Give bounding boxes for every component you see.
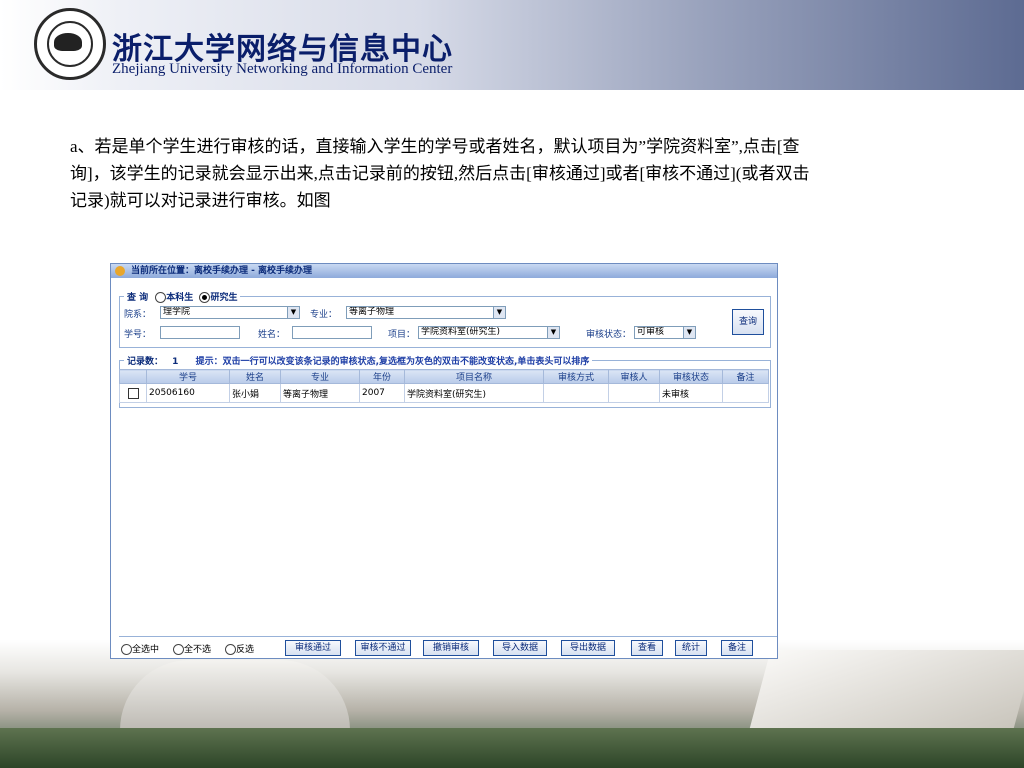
query-panel: 查 询 本科生 研究生 院系： 理学院 ▼ 专业： 等离子物理 ▼ 学号： 姓名… bbox=[119, 290, 771, 348]
reject-button[interactable]: 审核不通过 bbox=[355, 640, 411, 656]
cell-status: 未审核 bbox=[659, 383, 723, 403]
chevron-down-icon[interactable]: ▼ bbox=[683, 327, 695, 338]
name-label: 姓名： bbox=[258, 330, 286, 340]
col-header-year[interactable]: 年份 bbox=[359, 369, 405, 384]
query-button[interactable]: 查询 bbox=[732, 309, 764, 335]
col-header-note[interactable]: 备注 bbox=[722, 369, 769, 384]
col-header-major[interactable]: 专业 bbox=[280, 369, 360, 384]
select-all-option[interactable]: 全选中 bbox=[121, 642, 159, 655]
project-select[interactable]: 学院资料室(研究生) ▼ bbox=[418, 326, 560, 339]
approve-button[interactable]: 审核通过 bbox=[285, 640, 341, 656]
query-legend: 查 询 本科生 研究生 bbox=[124, 290, 241, 303]
row-checkbox-cell[interactable] bbox=[119, 383, 147, 403]
project-value: 学院资料室(研究生) bbox=[421, 327, 501, 337]
dept-label: 院系： bbox=[124, 310, 152, 320]
records-table: 学号 姓名 专业 年份 项目名称 审核方式 审核人 审核状态 备注 205061… bbox=[119, 369, 769, 403]
invert-option[interactable]: 反选 bbox=[225, 642, 254, 655]
record-count: 1 bbox=[172, 357, 179, 367]
dept-select[interactable]: 理学院 ▼ bbox=[160, 306, 300, 319]
modern-building bbox=[749, 650, 1024, 730]
cell-project: 学院资料室(研究生) bbox=[404, 383, 544, 403]
table-row[interactable]: 20506160 张小娟 等离子物理 2007 学院资料室(研究生) 未审核 bbox=[119, 383, 769, 403]
cell-year: 2007 bbox=[359, 383, 405, 403]
cell-note bbox=[722, 383, 769, 403]
select-none-option[interactable]: 全不选 bbox=[173, 642, 211, 655]
select-none-label: 全不选 bbox=[184, 645, 212, 655]
student-id-input[interactable] bbox=[160, 326, 240, 339]
chevron-down-icon[interactable]: ▼ bbox=[547, 327, 559, 338]
logo-emblem-icon bbox=[54, 33, 82, 51]
status-value: 可审核 bbox=[637, 327, 665, 337]
col-header-status[interactable]: 审核状态 bbox=[659, 369, 723, 384]
select-all-label: 全选中 bbox=[132, 645, 160, 655]
import-button[interactable]: 导入数据 bbox=[493, 640, 547, 656]
location-bar: 当前所在位置：离校手续办理 - 离校手续办理 bbox=[111, 264, 777, 278]
row-checkbox[interactable] bbox=[127, 387, 139, 399]
location-text: 当前所在位置：离校手续办理 - 离校手续办理 bbox=[131, 266, 313, 276]
revoke-button[interactable]: 撤销审核 bbox=[423, 640, 479, 656]
university-logo bbox=[34, 8, 106, 80]
cell-method bbox=[543, 383, 609, 403]
view-button[interactable]: 查看 bbox=[631, 640, 663, 656]
col-header-method[interactable]: 审核方式 bbox=[543, 369, 609, 384]
records-legend: 记录数： 1 提示：双击一行可以改变该条记录的审核状态,复选框为灰色的双击不能改… bbox=[124, 354, 593, 367]
instruction-paragraph: a、若是单个学生进行审核的话，直接输入学生的学号或者姓名，默认项目为”学院资料室… bbox=[70, 137, 810, 210]
col-header-project[interactable]: 项目名称 bbox=[404, 369, 544, 384]
id-label: 学号： bbox=[124, 330, 152, 340]
major-label: 专业： bbox=[310, 310, 338, 320]
dept-value: 理学院 bbox=[163, 307, 191, 317]
student-name-input[interactable] bbox=[292, 326, 372, 339]
grad-radio[interactable] bbox=[199, 292, 211, 303]
stadium-building bbox=[120, 660, 350, 730]
action-bar: 全选中 全不选 反选 审核通过 审核不通过 撤销审核 导入数据 导出数据 查看 … bbox=[119, 636, 777, 659]
cell-name: 张小娟 bbox=[229, 383, 281, 403]
select-all-radio[interactable] bbox=[121, 644, 132, 655]
location-icon bbox=[115, 266, 125, 276]
app-window: 当前所在位置：离校手续办理 - 离校手续办理 查 询 本科生 研究生 院系： 理… bbox=[110, 263, 778, 659]
invert-radio[interactable] bbox=[225, 644, 236, 655]
cell-reviewer bbox=[608, 383, 660, 403]
checkbox-header bbox=[119, 369, 147, 384]
project-label: 项目： bbox=[388, 330, 416, 340]
col-header-name[interactable]: 姓名 bbox=[229, 369, 281, 384]
records-hint: 提示：双击一行可以改变该条记录的审核状态,复选框为灰色的双击不能改变状态,单击表… bbox=[195, 357, 590, 367]
invert-label: 反选 bbox=[236, 645, 255, 655]
table-header-row: 学号 姓名 专业 年份 项目名称 审核方式 审核人 审核状态 备注 bbox=[119, 369, 769, 384]
undergrad-label: 本科生 bbox=[166, 293, 194, 303]
query-legend-text: 查 询 bbox=[127, 293, 149, 303]
cell-major: 等离子物理 bbox=[280, 383, 360, 403]
select-none-radio[interactable] bbox=[173, 644, 184, 655]
undergrad-radio[interactable] bbox=[155, 292, 167, 303]
status-label: 审核状态： bbox=[586, 330, 632, 340]
grad-label: 研究生 bbox=[210, 293, 238, 303]
major-value: 等离子物理 bbox=[349, 307, 395, 317]
note-button[interactable]: 备注 bbox=[721, 640, 753, 656]
tree-line bbox=[0, 728, 1024, 768]
col-header-id[interactable]: 学号 bbox=[146, 369, 230, 384]
header-title-en: Zhejiang University Networking and Infor… bbox=[112, 61, 453, 77]
export-button[interactable]: 导出数据 bbox=[561, 640, 615, 656]
major-select[interactable]: 等离子物理 ▼ bbox=[346, 306, 506, 319]
cell-id: 20506160 bbox=[146, 383, 230, 403]
col-header-reviewer[interactable]: 审核人 bbox=[608, 369, 660, 384]
status-select[interactable]: 可审核 ▼ bbox=[634, 326, 696, 339]
stats-button[interactable]: 统计 bbox=[675, 640, 707, 656]
chevron-down-icon[interactable]: ▼ bbox=[287, 307, 299, 318]
record-count-label: 记录数： bbox=[127, 357, 164, 367]
chevron-down-icon[interactable]: ▼ bbox=[493, 307, 505, 318]
